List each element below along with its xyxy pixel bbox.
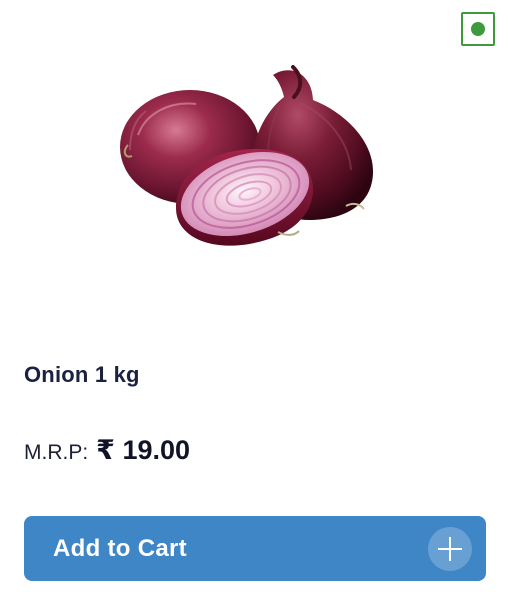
plus-icon: [428, 527, 472, 571]
product-card: Onion 1 kg M.R.P: ₹ 19.00 Add to Cart: [0, 0, 508, 604]
price-value: ₹ 19.00: [96, 435, 191, 465]
add-to-cart-label: Add to Cart: [53, 535, 187, 562]
mrp-label: M.R.P:: [24, 441, 89, 464]
onion-image: [118, 55, 388, 255]
veg-indicator-icon: [461, 12, 495, 46]
veg-dot-icon: [471, 22, 485, 36]
product-name: Onion 1 kg: [24, 362, 140, 387]
add-to-cart-button[interactable]: Add to Cart: [24, 516, 486, 581]
price-row: M.R.P: ₹ 19.00: [24, 435, 190, 466]
